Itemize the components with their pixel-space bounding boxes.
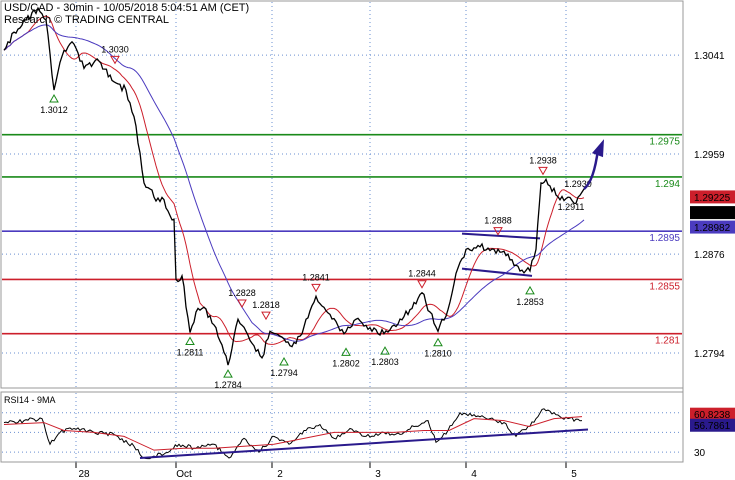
level-label: 1.2895 [649, 233, 680, 244]
swing-high-label: 1.2844 [408, 269, 436, 279]
research-credit: Research © TRADING CENTRAL [4, 14, 169, 26]
last-price-label: 1.28982 [694, 223, 731, 234]
x-axis-layer: 28 Oct 2 3 4 5 [1, 461, 683, 480]
swing-high-label: 1.2818 [252, 300, 280, 310]
x-tick-label: Oct [176, 469, 192, 480]
swing-high-marker [538, 166, 548, 176]
level-label: 1.281 [655, 336, 680, 347]
swing-low-label: 1.2853 [516, 297, 544, 307]
rsi-series [3, 408, 583, 460]
x-tick-label: 3 [375, 469, 381, 480]
level-label: 1.2855 [649, 281, 680, 292]
y-tick-label: 1.2959 [694, 150, 725, 161]
annotations-layer: 1.3012 1.3030 1.2811 1.2828 1.2818 1.2784 1.27… [40, 44, 592, 390]
price-layer [3, 6, 585, 366]
swing-high-marker [110, 55, 120, 65]
rsi-ma-series [3, 416, 583, 451]
x-tick-label: 4 [471, 469, 477, 480]
swing-high-label: 1.2938 [529, 155, 557, 165]
swing-low-marker [433, 337, 443, 347]
y-tick-label: 1.2876 [694, 250, 725, 261]
rsi-trendline [139, 428, 589, 460]
x-tick-label: 28 [78, 469, 90, 480]
swing-high-label: 1.2841 [302, 272, 330, 282]
rsi-value-label: 56.7861 [694, 421, 731, 432]
consolidation-wedge [461, 232, 541, 277]
level-label: 1.2975 [649, 137, 680, 148]
last-price-label: 1.29225 [694, 193, 731, 204]
swing-low-label: 1.2803 [371, 357, 399, 367]
swing-high-label: 1.2888 [484, 216, 512, 226]
ma-slow-series [3, 24, 585, 342]
swing-low-label: 1.2784 [214, 380, 242, 390]
swing-high-marker [417, 280, 427, 289]
swing-low-label: 1.2794 [270, 368, 298, 378]
projection-arrow-head [592, 139, 604, 158]
rsi-title: RSI14 - 9MA [4, 395, 56, 405]
rsi-tick-label: 30 [694, 448, 706, 459]
swing-high-label: 1.2828 [228, 288, 256, 298]
y-tick-label: 1.2794 [694, 349, 725, 360]
swing-low-label: 1.2802 [332, 358, 360, 368]
swing-low-label: 1.2810 [424, 349, 452, 359]
price-label: 1.2911 [558, 202, 585, 212]
swing-low-marker [279, 357, 289, 366]
swing-high-label: 1.3030 [101, 44, 129, 54]
swing-low-marker [185, 336, 195, 346]
level-label: 1.294 [655, 179, 680, 190]
swing-high-marker [311, 283, 321, 293]
swing-low-label: 1.2811 [177, 348, 204, 358]
swing-low-label: 1.3012 [40, 105, 68, 115]
y-tick-label: 1.3041 [694, 51, 725, 62]
chart-canvas: 1.2975 1.294 1.2895 1.2855 1.281 1.3012 1.303… [0, 0, 735, 480]
wedge-upper-line [461, 232, 541, 240]
swing-high-marker [261, 311, 271, 321]
chart-title: USD/CAD - 30min - 10/05/2018 5:04:51 AM … [4, 2, 250, 14]
x-tick-label: 5 [571, 469, 577, 480]
price-series [3, 6, 585, 366]
swing-low-marker [525, 285, 535, 295]
swing-low-marker [49, 94, 59, 103]
y-axis-layer: 1.3041 1.2959 1.2876 1.2794 1.29225 1.2921 1.2… [690, 51, 735, 360]
rsi-plot-frame [0, 391, 684, 463]
grid-layer [2, 2, 682, 462]
x-tick-label: 2 [277, 469, 283, 480]
swing-low-marker [341, 347, 351, 356]
last-price-label: 1.2921 [694, 209, 725, 220]
swing-low-marker [223, 369, 233, 378]
